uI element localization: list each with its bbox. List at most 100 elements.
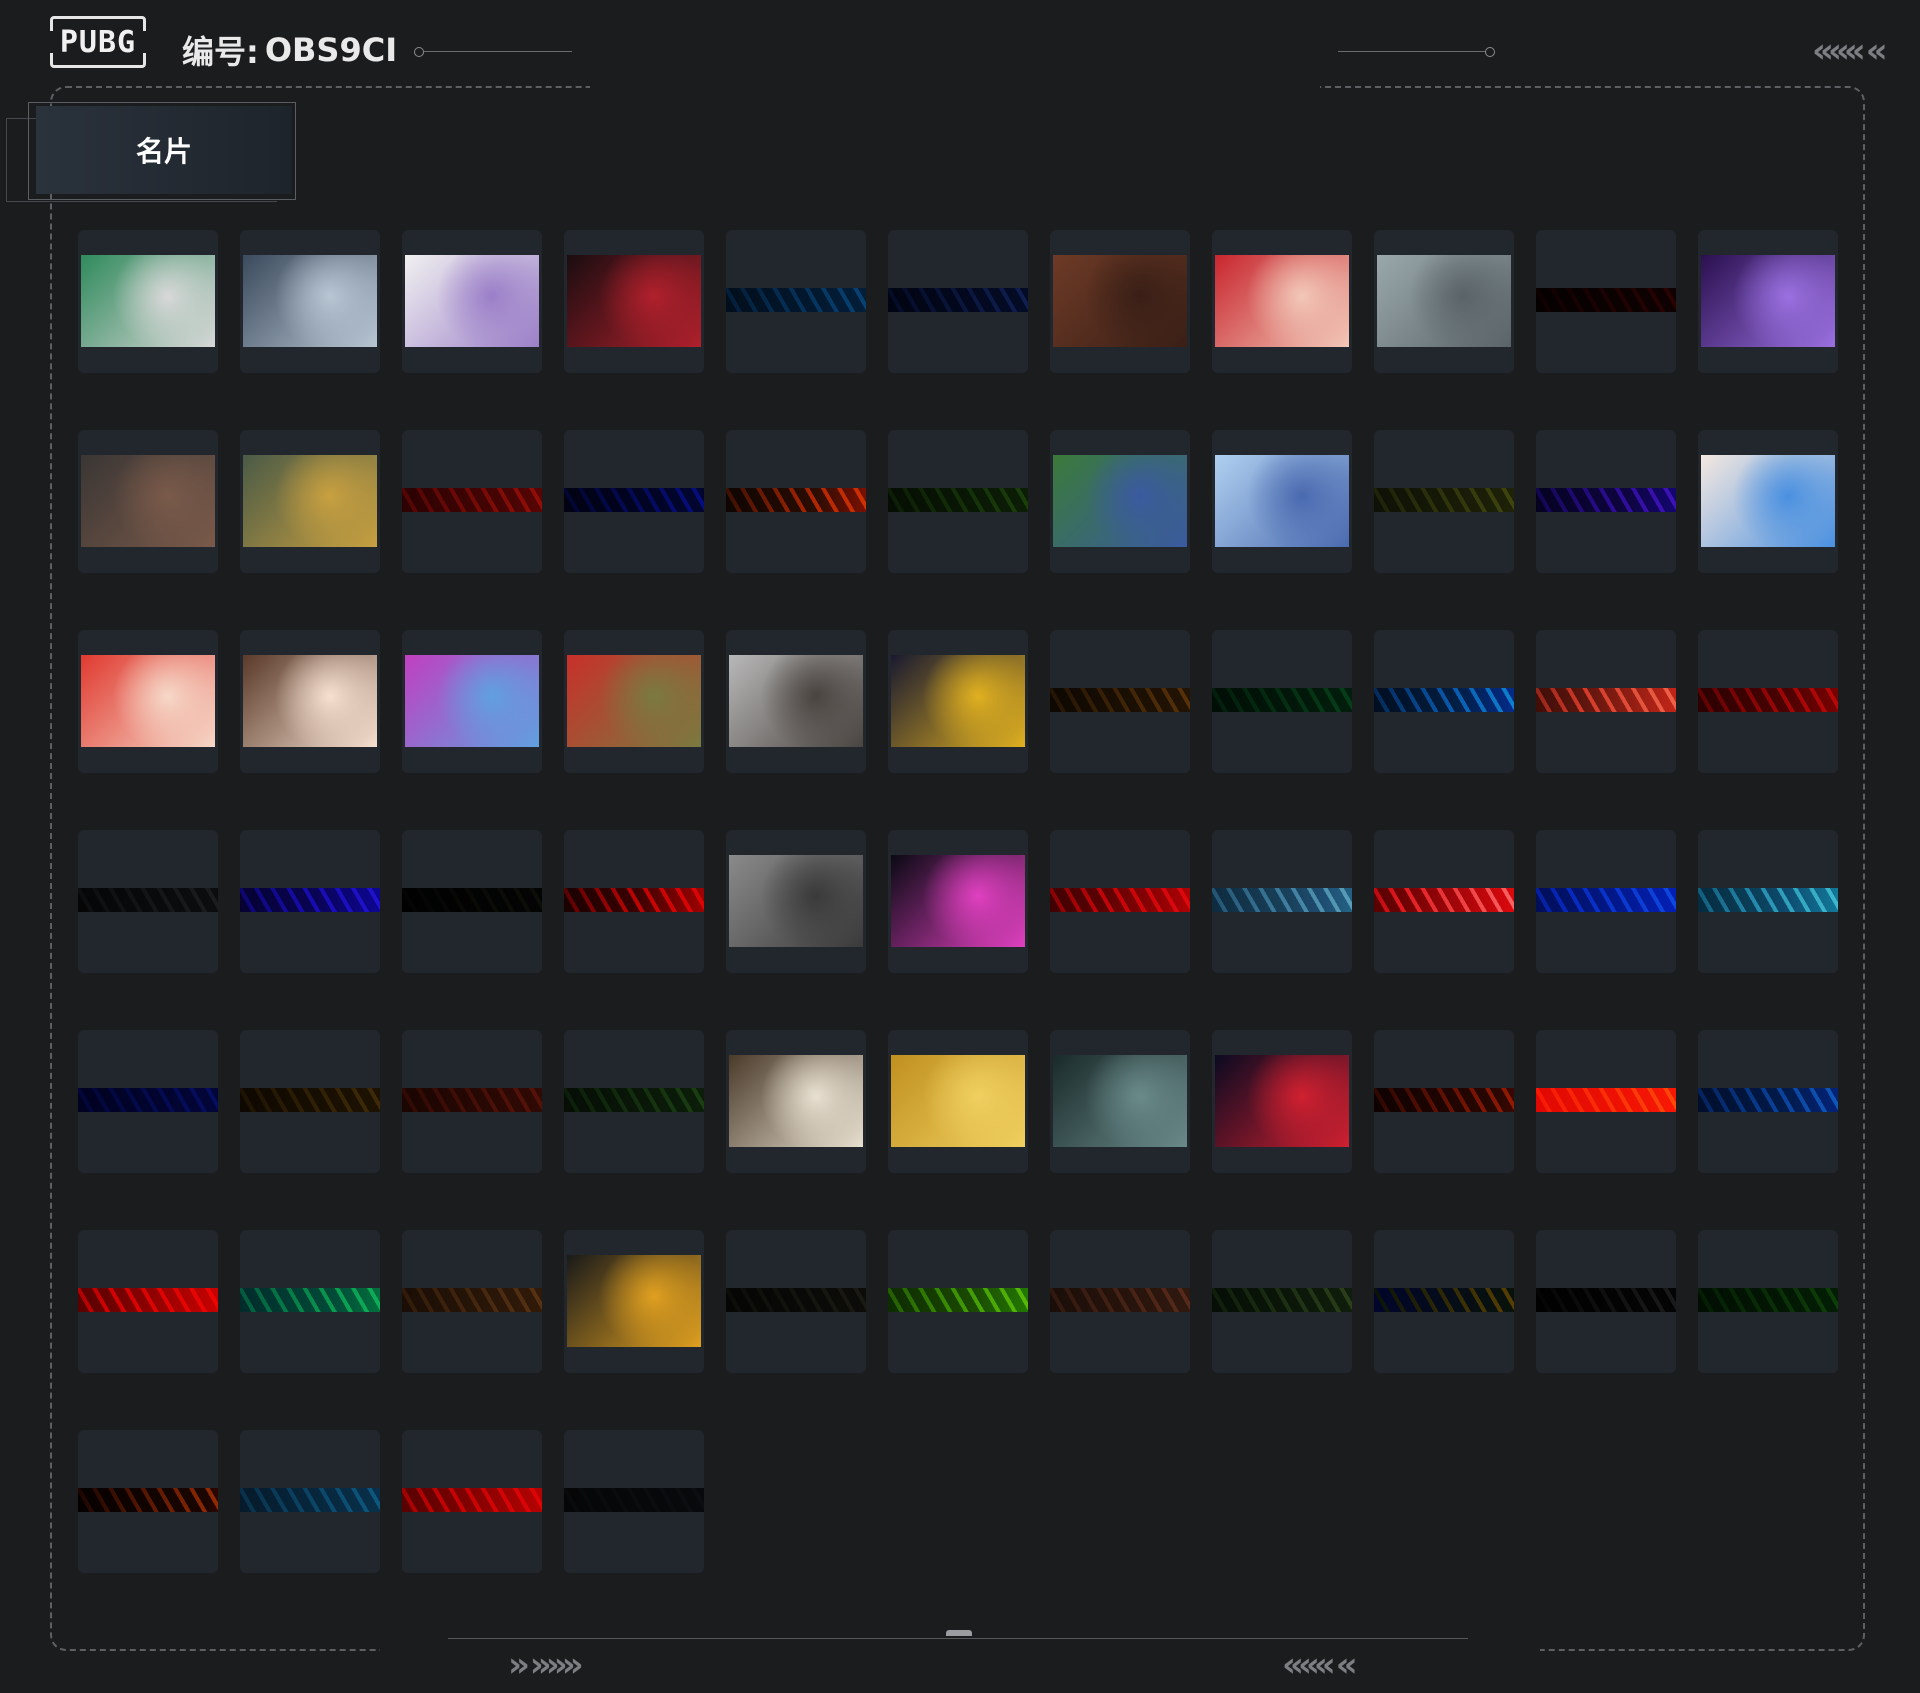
nameplate-crimson-ornament[interactable]: [1698, 630, 1838, 773]
nameplate-navy-cloud[interactable]: [78, 1030, 218, 1173]
nameplate-banner: [888, 1288, 1028, 1312]
nameplate-banner: [1698, 888, 1838, 912]
nameplate-blue-lines[interactable]: [726, 230, 866, 373]
nameplate-indigo-wave[interactable]: [240, 830, 380, 973]
nameplate-red-cross[interactable]: [402, 1430, 542, 1573]
nameplate-faint-dark[interactable]: [564, 1430, 704, 1573]
nameplate-flame-orange[interactable]: [1536, 1030, 1676, 1173]
nameplate-banner: [726, 288, 866, 312]
nameplate-bird[interactable]: [726, 630, 866, 773]
nameplate-wink-girl[interactable]: [240, 630, 380, 773]
nameplate-salmon-smoke[interactable]: [1536, 630, 1676, 773]
nameplate-artwork: [243, 255, 377, 347]
nameplate-maroon-mandala[interactable]: [402, 1030, 542, 1173]
nameplate-steel-teal[interactable]: [240, 1430, 380, 1573]
nameplate-artwork: [729, 855, 863, 947]
nameplate-banner: [402, 1088, 542, 1112]
nameplate-black-teeth[interactable]: [1536, 1230, 1676, 1373]
nameplate-gas-mask[interactable]: [78, 430, 218, 573]
nameplate-tan-pattern[interactable]: [402, 1230, 542, 1373]
nameplate-banner: [1536, 688, 1676, 712]
nameplate-banner: [78, 888, 218, 912]
nameplate-white-wolf[interactable]: [402, 230, 542, 373]
nameplate-olive-text[interactable]: [1374, 430, 1514, 573]
nameplate-banner: [1536, 288, 1676, 312]
nameplate-cyan-lines[interactable]: [1374, 630, 1514, 773]
header-line-left-dot: [414, 47, 424, 57]
nameplate-green-pixel[interactable]: [1212, 630, 1352, 773]
nameplate-joker-smile[interactable]: [1212, 1030, 1352, 1173]
nameplate-ocean-blue[interactable]: [1698, 1030, 1838, 1173]
nameplate-shark-teeth[interactable]: [1212, 1230, 1352, 1373]
nameplate-black-gold-line[interactable]: [402, 830, 542, 973]
nameplate-purple-orb[interactable]: [1698, 230, 1838, 373]
nameplate-lime-splash[interactable]: [888, 1230, 1028, 1373]
scroll-indicator[interactable]: [946, 1630, 972, 1636]
nameplate-amber-wood[interactable]: [78, 1430, 218, 1573]
nameplate-mountain-teal[interactable]: [1212, 830, 1352, 973]
nameplate-zombie-hand[interactable]: [78, 230, 218, 373]
nameplate-banner: [1536, 888, 1676, 912]
nameplate-pink-cat-girl[interactable]: [402, 630, 542, 773]
nameplate-static-figure[interactable]: [726, 830, 866, 973]
nameplate-royal-blue[interactable]: [1536, 830, 1676, 973]
nameplate-artwork: [567, 655, 701, 747]
nameplate-octopus[interactable]: [1212, 230, 1352, 373]
nameplate-moon-phases[interactable]: [888, 230, 1028, 373]
nameplate-anime-blue-eyes[interactable]: [1698, 430, 1838, 573]
nameplate-copper-swirl[interactable]: [1374, 1030, 1514, 1173]
nameplate-banner: [402, 1488, 542, 1512]
nameplate-dark-green-leaf[interactable]: [564, 1030, 704, 1173]
nameplate-rondo-cards[interactable]: [726, 1030, 866, 1173]
nameplate-artwork: [243, 455, 377, 547]
nameplate-jade[interactable]: [240, 1230, 380, 1373]
nameplate-blood-red[interactable]: [564, 830, 704, 973]
nameplate-artwork: [891, 1055, 1025, 1147]
nameplate-dark-feather[interactable]: [726, 1230, 866, 1373]
header-line-right: [1338, 51, 1486, 52]
player-id-row: 编号: OBS9CI: [182, 28, 397, 72]
nameplate-gold-soldier[interactable]: [888, 1030, 1028, 1173]
player-id-value: OBS9CI: [264, 31, 398, 69]
nameplate-skater[interactable]: [240, 230, 380, 373]
nameplate-orange-shards[interactable]: [726, 430, 866, 573]
nameplate-artwork: [891, 655, 1025, 747]
nameplate-blue-gold[interactable]: [1374, 1230, 1514, 1373]
nameplate-dusty-rose[interactable]: [1050, 1230, 1190, 1373]
nameplate-artwork: [1215, 455, 1349, 547]
nameplate-charcoal[interactable]: [78, 830, 218, 973]
nameplate-red-tiger[interactable]: [1374, 830, 1514, 973]
nameplate-forest-eye[interactable]: [1698, 1230, 1838, 1373]
nameplate-chibi-fighter[interactable]: [1374, 230, 1514, 373]
nameplate-lava-red[interactable]: [78, 1230, 218, 1373]
nameplate-artwork: [1701, 255, 1835, 347]
nameplate-banner: [726, 1288, 866, 1312]
nameplate-zombie-lizard[interactable]: [564, 630, 704, 773]
nameplate-gold-eight[interactable]: [888, 630, 1028, 773]
nameplate-bronze-symbols[interactable]: [1050, 630, 1190, 773]
nameplate-sports-car[interactable]: [1050, 1030, 1190, 1173]
nameplate-end-sign[interactable]: [240, 430, 380, 573]
nameplate-artwork: [1215, 255, 1349, 347]
nameplate-brown-grid[interactable]: [240, 1030, 380, 1173]
nameplate-red-rust[interactable]: [402, 430, 542, 573]
nameplate-artwork: [1053, 1055, 1187, 1147]
nameplate-mech-warrior[interactable]: [564, 1230, 704, 1373]
nameplate-navy-pattern[interactable]: [564, 430, 704, 573]
nameplate-green-camo[interactable]: [888, 430, 1028, 573]
nameplate-red-hair-girl[interactable]: [78, 630, 218, 773]
nameplate-artwork: [405, 255, 539, 347]
nameplate-dark-red[interactable]: [1536, 230, 1676, 373]
nameplate-equalizer[interactable]: [888, 830, 1028, 973]
pubg-logo: PUBG: [48, 16, 148, 68]
nameplate-violet-swirl[interactable]: [1536, 430, 1676, 573]
nameplate-teal-dragon[interactable]: [1698, 830, 1838, 973]
nameplate-banner: [1374, 488, 1514, 512]
nameplate-red-demon[interactable]: [564, 230, 704, 373]
nameplate-referee[interactable]: [1050, 430, 1190, 573]
nameplate-banner: [888, 288, 1028, 312]
nameplate-wolf-mascot[interactable]: [1212, 430, 1352, 573]
nameplate-ruby[interactable]: [1050, 830, 1190, 973]
tab-nameplates[interactable]: 名片: [36, 106, 292, 194]
nameplate-howling-wolf[interactable]: [1050, 230, 1190, 373]
